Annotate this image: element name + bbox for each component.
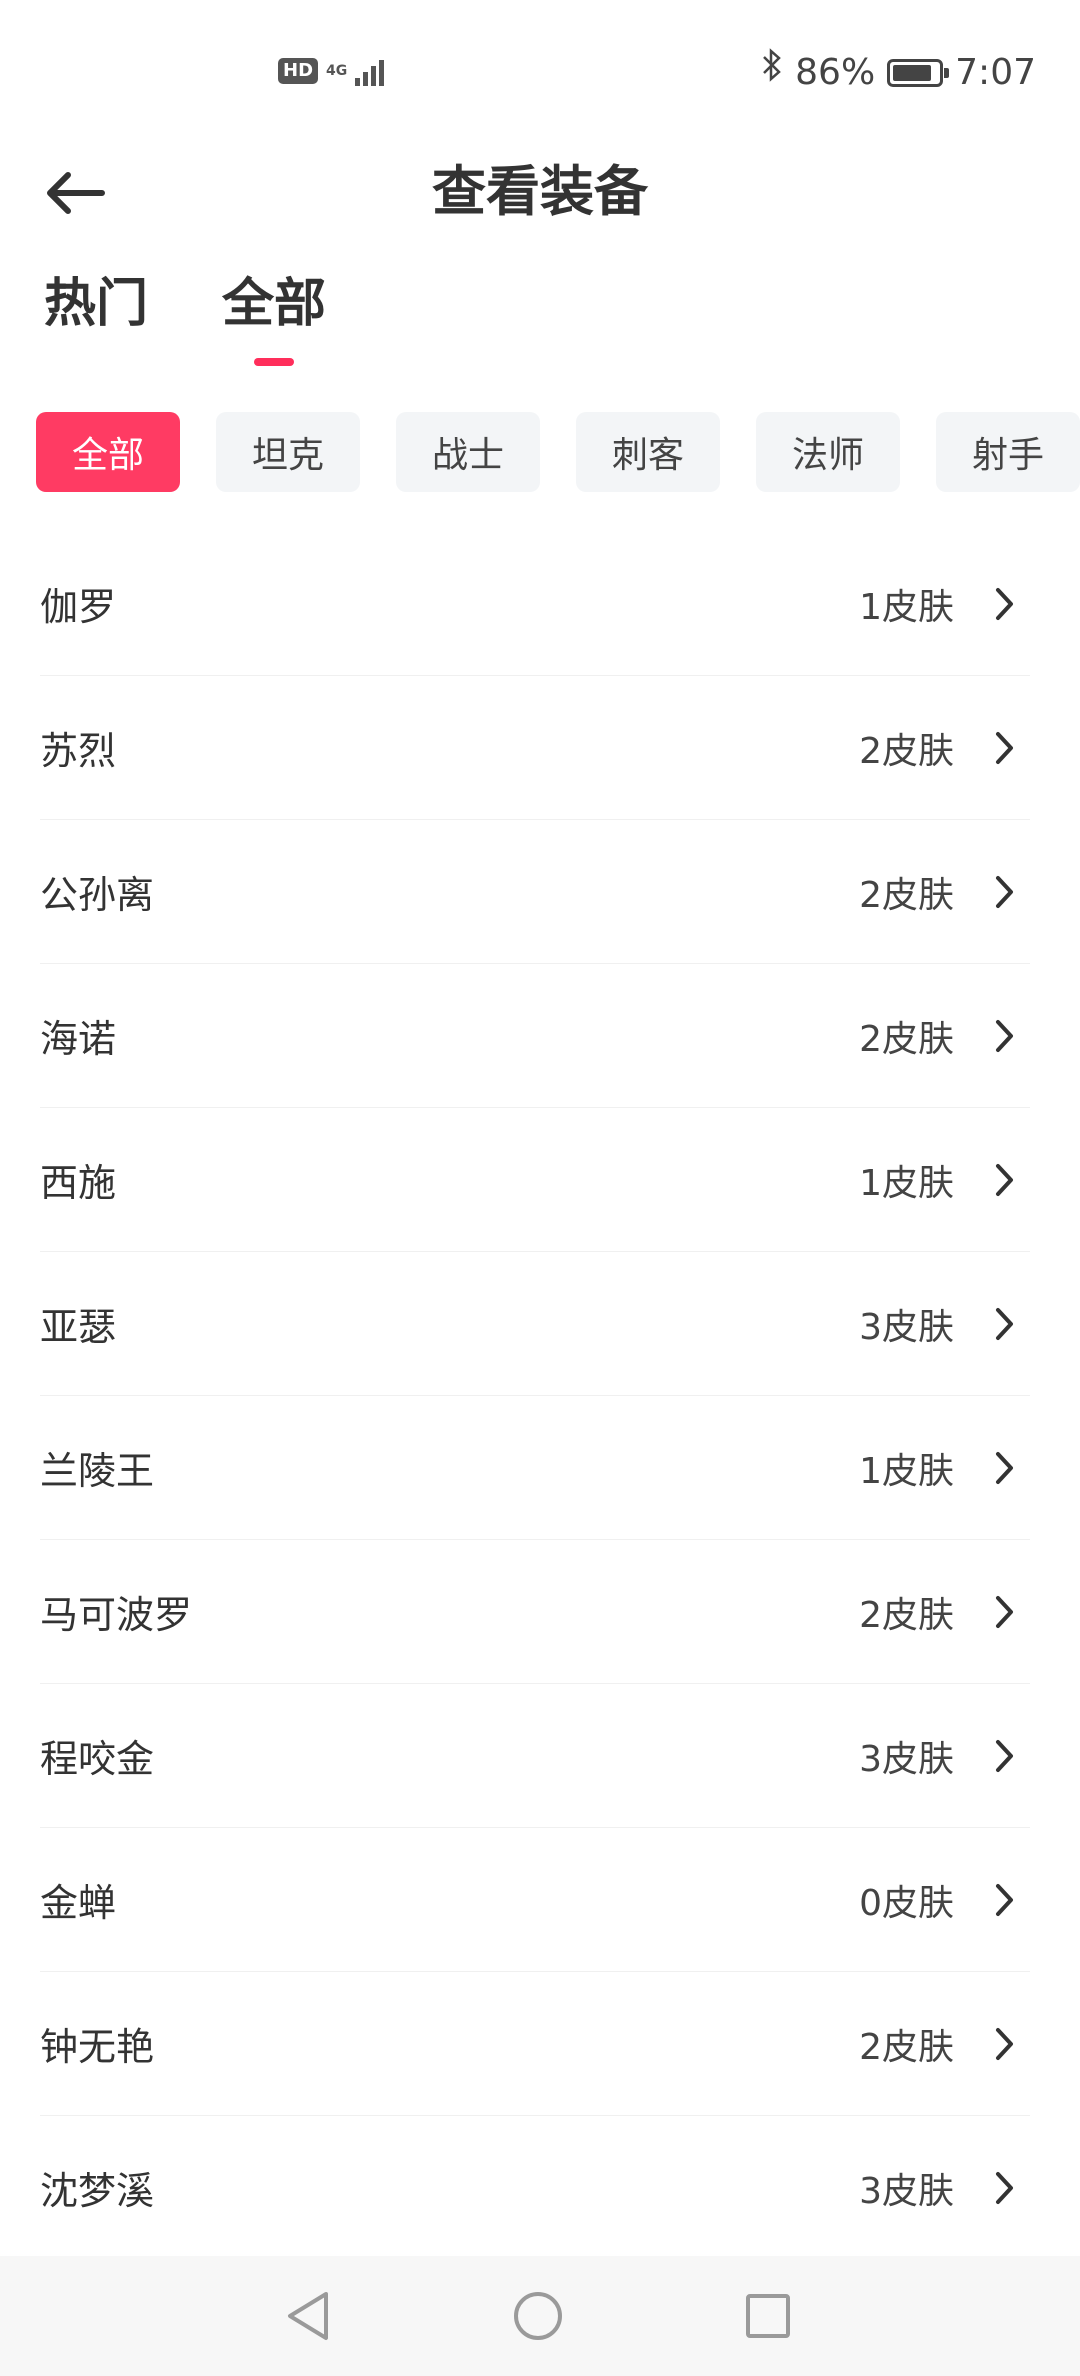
hero-name: 马可波罗: [40, 1593, 193, 1637]
skin-count: 1皮肤: [859, 586, 954, 628]
status-right: 86% 7:07: [761, 48, 1036, 97]
chevron-right-icon: [990, 728, 1020, 768]
list-item[interactable]: 海诺 2皮肤: [40, 964, 1030, 1108]
hero-list: 伽罗 1皮肤 苏烈 2皮肤 公孙离 2皮肤 海诺 2皮肤 西施 1皮肤 亚瑟 3…: [40, 532, 1030, 2260]
skin-count: 2皮肤: [859, 874, 954, 916]
hero-name: 兰陵王: [40, 1449, 155, 1493]
chevron-right-icon: [990, 1736, 1020, 1776]
skin-count: 2皮肤: [859, 1018, 954, 1060]
skin-count: 1皮肤: [859, 1162, 954, 1204]
list-item[interactable]: 兰陵王 1皮肤: [40, 1396, 1030, 1540]
chevron-right-icon: [990, 584, 1020, 624]
skin-count: 3皮肤: [859, 1738, 954, 1780]
chevron-right-icon: [990, 2168, 1020, 2208]
system-nav-bar: [0, 2256, 1080, 2376]
skin-count: 3皮肤: [859, 2170, 954, 2212]
skin-count: 2皮肤: [859, 2026, 954, 2068]
chevron-right-icon: [990, 1880, 1020, 1920]
bluetooth-icon: [761, 48, 783, 97]
battery-percent: 86%: [795, 51, 876, 93]
chevron-right-icon: [990, 1016, 1020, 1056]
circle-home-icon: [514, 2292, 562, 2340]
chip-assassin[interactable]: 刺客: [576, 412, 720, 492]
skin-count: 1皮肤: [859, 1450, 954, 1492]
list-item[interactable]: 西施 1皮肤: [40, 1108, 1030, 1252]
chip-mage[interactable]: 法师: [756, 412, 900, 492]
hero-name: 伽罗: [40, 585, 117, 629]
list-item[interactable]: 程咬金 3皮肤: [40, 1684, 1030, 1828]
skin-count: 2皮肤: [859, 730, 954, 772]
hero-name: 海诺: [40, 1017, 117, 1061]
nav-home-button[interactable]: [508, 2286, 568, 2346]
skin-count: 2皮肤: [859, 1594, 954, 1636]
tab-all[interactable]: 全部: [222, 272, 326, 366]
hero-name: 金蝉: [40, 1881, 117, 1925]
battery-icon: [887, 58, 950, 87]
hero-name: 沈梦溪: [40, 2169, 155, 2213]
chip-warrior[interactable]: 战士: [396, 412, 540, 492]
chevron-right-icon: [990, 872, 1020, 912]
list-item[interactable]: 伽罗 1皮肤: [40, 532, 1030, 676]
chevron-right-icon: [990, 1448, 1020, 1488]
skin-count: 3皮肤: [859, 1306, 954, 1348]
nav-back-button[interactable]: [278, 2286, 338, 2346]
list-item[interactable]: 亚瑟 3皮肤: [40, 1252, 1030, 1396]
list-item[interactable]: 金蝉 0皮肤: [40, 1828, 1030, 1972]
nav-recent-button[interactable]: [738, 2286, 798, 2346]
chip-all[interactable]: 全部: [36, 412, 180, 492]
list-item[interactable]: 苏烈 2皮肤: [40, 676, 1030, 820]
tab-hot[interactable]: 热门: [44, 272, 148, 336]
skin-count: 0皮肤: [859, 1882, 954, 1924]
status-left: HD 4G: [278, 56, 385, 86]
list-item[interactable]: 公孙离 2皮肤: [40, 820, 1030, 964]
status-bar: HD 4G 86% 7:07: [0, 0, 1080, 150]
clock: 7:07: [955, 51, 1036, 93]
network-type-label: 4G: [326, 63, 348, 79]
chip-marksman[interactable]: 射手: [936, 412, 1080, 492]
header: 查看装备: [0, 140, 1080, 240]
list-item[interactable]: 钟无艳 2皮肤: [40, 1972, 1030, 2116]
chevron-right-icon: [990, 1160, 1020, 1200]
square-recent-icon: [746, 2294, 790, 2338]
battery-fill: [893, 64, 932, 81]
hero-name: 苏烈: [40, 729, 117, 773]
list-item[interactable]: 沈梦溪 3皮肤: [40, 2116, 1030, 2260]
chevron-right-icon: [990, 1592, 1020, 1632]
category-chips: 全部 坦克 战士 刺客 法师 射手: [36, 412, 1080, 492]
signal-icon: [355, 56, 385, 86]
chevron-right-icon: [990, 2024, 1020, 2064]
list-item[interactable]: 马可波罗 2皮肤: [40, 1540, 1030, 1684]
hd-badge: HD: [278, 58, 319, 84]
hero-name: 西施: [40, 1161, 117, 1205]
top-tabs: 热门 全部: [44, 272, 326, 366]
chevron-right-icon: [990, 1304, 1020, 1344]
hero-name: 钟无艳: [40, 2025, 155, 2069]
triangle-back-icon: [288, 2292, 328, 2340]
hero-name: 亚瑟: [40, 1305, 117, 1349]
page-title: 查看装备: [432, 160, 648, 223]
chip-tank[interactable]: 坦克: [216, 412, 360, 492]
hero-name: 公孙离: [40, 873, 155, 917]
hero-name: 程咬金: [40, 1737, 155, 1781]
